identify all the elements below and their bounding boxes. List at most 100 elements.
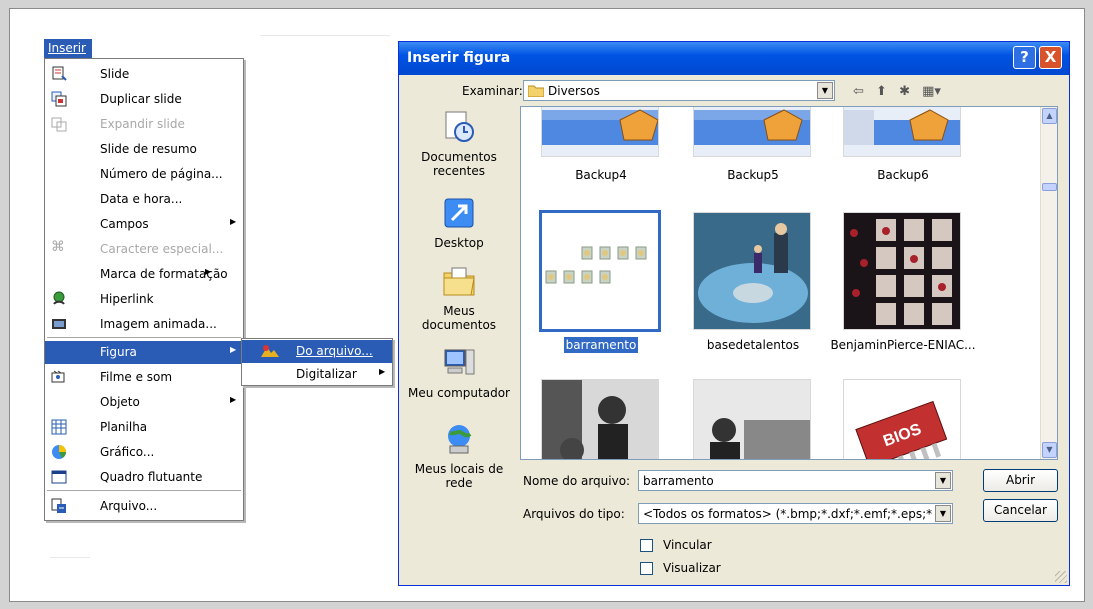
file-name[interactable]: Backup4 bbox=[521, 168, 681, 182]
bw-photo-thumbnail bbox=[542, 380, 658, 459]
image-file-icon bbox=[261, 344, 279, 357]
visualizar-checkbox[interactable] bbox=[640, 562, 653, 575]
menu-item-slide[interactable]: Slide bbox=[45, 63, 243, 86]
filetype-select[interactable]: <Todos os formatos> (*.bmp;*.dxf;*.emf;*… bbox=[638, 503, 953, 524]
scroll-up-icon[interactable]: ▲ bbox=[1042, 108, 1057, 124]
menu-item-caractere-especial[interactable]: ⌘ Caractere especial... bbox=[45, 238, 243, 261]
menu-item-expandir-slide[interactable]: Expandir slide bbox=[45, 113, 243, 136]
recent-documents-icon bbox=[445, 111, 474, 142]
filename-value: barramento bbox=[643, 474, 714, 488]
filetype-label: Arquivos do tipo: bbox=[523, 507, 625, 521]
menu-item-label: Slide bbox=[100, 67, 130, 81]
back-icon[interactable]: ⇦ bbox=[853, 84, 864, 99]
menu-item-planilha[interactable]: Planilha bbox=[45, 416, 243, 439]
slide-icon bbox=[52, 66, 67, 81]
file-name[interactable]: basedetalentos bbox=[673, 338, 833, 352]
place-meus-documentos[interactable]: Meus documentos bbox=[405, 264, 513, 332]
file-name[interactable]: BenjaminPierce-ENIAC... bbox=[823, 338, 983, 352]
chevron-down-icon[interactable]: ▼ bbox=[817, 82, 833, 99]
lookin-value: Diversos bbox=[548, 84, 600, 98]
file-thumb-backup4[interactable] bbox=[541, 107, 659, 157]
special-char-icon: ⌘ bbox=[51, 239, 65, 255]
menu-item-quadro-flutuante[interactable]: Quadro flutuante bbox=[45, 466, 243, 489]
lookin-combo[interactable]: Diversos ▼ bbox=[523, 80, 835, 101]
new-folder-icon[interactable]: ✱ bbox=[899, 84, 910, 99]
cancel-button[interactable]: Cancelar bbox=[983, 499, 1058, 522]
file-thumb-bios[interactable]: BIOS bbox=[843, 379, 961, 459]
lookin-label: Examinar: bbox=[462, 84, 523, 98]
menu-item-figura[interactable]: Figura ▶ bbox=[45, 341, 243, 364]
menu-item-campos[interactable]: Campos ▶ bbox=[45, 213, 243, 236]
menu-inserir-label: Inserir bbox=[48, 41, 86, 55]
scroll-down-icon[interactable]: ▼ bbox=[1042, 442, 1057, 458]
bios-chip-thumbnail: BIOS bbox=[844, 380, 960, 459]
place-desktop[interactable]: Desktop bbox=[405, 196, 513, 250]
up-folder-icon[interactable]: ⬆ bbox=[876, 84, 887, 99]
place-documentos-recentes[interactable]: Documentos recentes bbox=[405, 110, 513, 178]
screenshot-thumbnail bbox=[694, 107, 810, 156]
menu-item-marca-de-formatacao[interactable]: Marca de formatação ▶ bbox=[45, 263, 243, 286]
submenu-item-do-arquivo[interactable]: Do arquivo... bbox=[242, 340, 392, 363]
menu-item-label: Quadro flutuante bbox=[100, 470, 203, 484]
vertical-scrollbar[interactable]: ▲ ▼ bbox=[1040, 107, 1057, 459]
file-thumb-backup5[interactable] bbox=[693, 107, 811, 157]
chevron-down-icon[interactable]: ▼ bbox=[935, 472, 951, 489]
dialog-toolbar: ⇦ ⬆ ✱ ▦▾ bbox=[853, 84, 949, 102]
filename-input[interactable]: barramento ▼ bbox=[638, 470, 953, 491]
vincular-checkbox[interactable] bbox=[640, 539, 653, 552]
file-name[interactable]: barramento bbox=[521, 337, 681, 353]
menu-item-label: Gráfico... bbox=[100, 445, 155, 459]
menu-item-arquivo[interactable]: Arquivo... bbox=[45, 495, 243, 518]
scroll-thumb[interactable] bbox=[1042, 183, 1057, 191]
menu-inserir[interactable]: Inserir bbox=[44, 39, 92, 58]
place-label: Desktop bbox=[434, 236, 484, 250]
place-meu-computador[interactable]: Meu computador bbox=[405, 346, 513, 400]
menu-separator bbox=[47, 337, 241, 338]
spreadsheet-icon bbox=[51, 419, 67, 435]
view-menu-icon[interactable]: ▦▾ bbox=[922, 84, 941, 99]
menu-item-label: Hiperlink bbox=[100, 292, 154, 306]
menu-item-slide-de-resumo[interactable]: Slide de resumo bbox=[45, 138, 243, 161]
close-button[interactable]: X bbox=[1039, 46, 1062, 69]
file-thumb-benjaminpierce[interactable] bbox=[843, 212, 961, 330]
hyperlink-icon bbox=[53, 291, 65, 305]
file-name[interactable]: Backup6 bbox=[823, 168, 983, 182]
menu-item-grafico[interactable]: Gráfico... bbox=[45, 441, 243, 464]
chevron-down-icon[interactable]: ▼ bbox=[935, 505, 951, 522]
menu-item-label: Expandir slide bbox=[100, 117, 185, 131]
filename-label: Nome do arquivo: bbox=[523, 474, 631, 488]
menu-item-filme-e-som[interactable]: Filme e som bbox=[45, 366, 243, 389]
menu-item-objeto[interactable]: Objeto ▶ bbox=[45, 391, 243, 414]
bw-photo-thumbnail bbox=[694, 380, 810, 459]
screenshot-thumbnail bbox=[844, 107, 960, 156]
file-thumb-photo-1[interactable] bbox=[541, 379, 659, 459]
place-meus-locais-de-rede[interactable]: Meus locais de rede bbox=[405, 422, 513, 490]
menu-item-duplicar-slide[interactable]: Duplicar slide bbox=[45, 88, 243, 111]
menu-item-hiperlink[interactable]: Hiperlink bbox=[45, 288, 243, 311]
submenu-item-label: Digitalizar bbox=[296, 367, 357, 381]
help-button[interactable]: ? bbox=[1013, 46, 1036, 69]
file-list: Backup4 Backup5 Backup6 barramento based… bbox=[520, 106, 1058, 460]
visualizar-label: Visualizar bbox=[663, 561, 721, 575]
menu-item-imagem-animada[interactable]: Imagem animada... bbox=[45, 313, 243, 336]
folder-icon bbox=[528, 85, 544, 97]
menu-item-label: Número de página... bbox=[100, 167, 223, 181]
network-places-icon bbox=[448, 425, 472, 454]
menu-item-numero-de-pagina[interactable]: Número de página... bbox=[45, 163, 243, 186]
submenu-arrow-icon: ▶ bbox=[230, 345, 237, 354]
open-button[interactable]: Abrir bbox=[983, 469, 1058, 492]
file-thumb-photo-2[interactable] bbox=[693, 379, 811, 459]
barramento-thumbnail bbox=[545, 246, 647, 284]
file-name[interactable]: Backup5 bbox=[673, 168, 833, 182]
menu-item-data-e-hora[interactable]: Data e hora... bbox=[45, 188, 243, 211]
submenu-item-digitalizar[interactable]: Digitalizar ▶ bbox=[242, 363, 392, 386]
place-label: Documentos recentes bbox=[421, 150, 497, 178]
inserir-figura-dialog: Inserir figura ? X Examinar: Diversos ▼ … bbox=[398, 41, 1070, 586]
file-thumb-basedetalentos[interactable] bbox=[693, 212, 811, 330]
chart-icon bbox=[52, 445, 66, 459]
file-thumb-barramento[interactable] bbox=[539, 210, 661, 332]
my-documents-icon bbox=[443, 267, 475, 296]
resize-grip-icon[interactable] bbox=[1055, 571, 1067, 583]
file-thumb-backup6[interactable] bbox=[843, 107, 961, 157]
places-bar: Documentos recentes Desktop Meus documen… bbox=[405, 106, 513, 496]
